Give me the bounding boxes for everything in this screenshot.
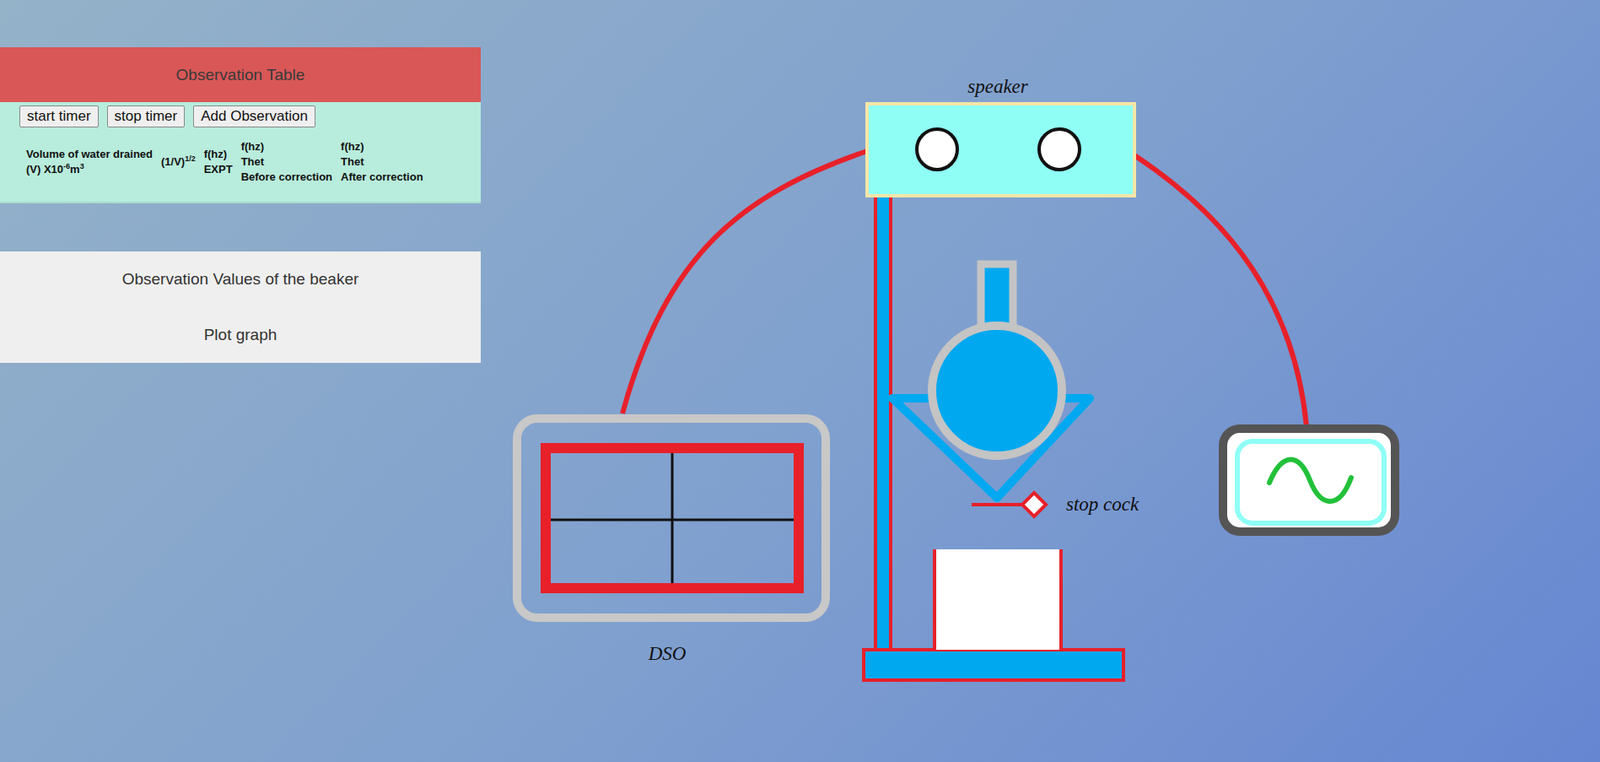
- timer-button[interactable]: Add Observation: [193, 105, 316, 128]
- sine-wave-icon: [1269, 459, 1352, 502]
- dso-label: DSO: [647, 642, 687, 664]
- observation-table-title: Observation Table: [0, 47, 481, 103]
- button-row: start timer stop timer Add Observation: [19, 105, 481, 128]
- timer-button[interactable]: start timer: [19, 105, 99, 128]
- timer-button[interactable]: stop timer: [107, 105, 186, 128]
- observation-table: Volume of water drained(V) X10-6m3(1/V)1…: [19, 139, 431, 185]
- table-header-row: Volume of water drained(V) X10-6m3(1/V)1…: [24, 139, 426, 185]
- column-header: (1/V)1/2: [159, 139, 198, 185]
- stand: [863, 195, 1124, 680]
- wire: [1134, 155, 1307, 426]
- column-header: f(hz)EXPT: [202, 139, 235, 185]
- column-header: Volume of water drained(V) X10-6m3: [24, 139, 155, 185]
- column-header: f(hz)ThetBefore correction: [239, 139, 335, 185]
- observation-table-panel: Observation Table start timer stop timer A…: [0, 47, 481, 204]
- beaker-panel-item[interactable]: Plot graph: [0, 307, 481, 363]
- signal-generator[interactable]: [1222, 428, 1396, 532]
- left-panel: Observation Table start timer stop timer A…: [0, 0, 481, 363]
- speaker[interactable]: [867, 103, 1135, 196]
- funnel: [892, 263, 1090, 498]
- column-header: f(hz)ThetAfter correction: [339, 139, 426, 185]
- speaker-label: speaker: [967, 75, 1029, 97]
- observation-table-body: start timer stop timer Add Observation Vol…: [0, 102, 481, 204]
- beaker: [934, 549, 1062, 650]
- stop-cock-label: stop cock: [1066, 493, 1140, 515]
- page: Observation Table start timer stop timer A…: [0, 0, 1600, 762]
- wire: [622, 150, 868, 414]
- beaker-panel-item[interactable]: Observation Values of the beaker: [0, 251, 481, 308]
- dso[interactable]: [517, 418, 826, 618]
- stop-cock[interactable]: [971, 492, 1046, 517]
- beaker-panel: Observation Values of the beakerPlot gra…: [0, 251, 481, 363]
